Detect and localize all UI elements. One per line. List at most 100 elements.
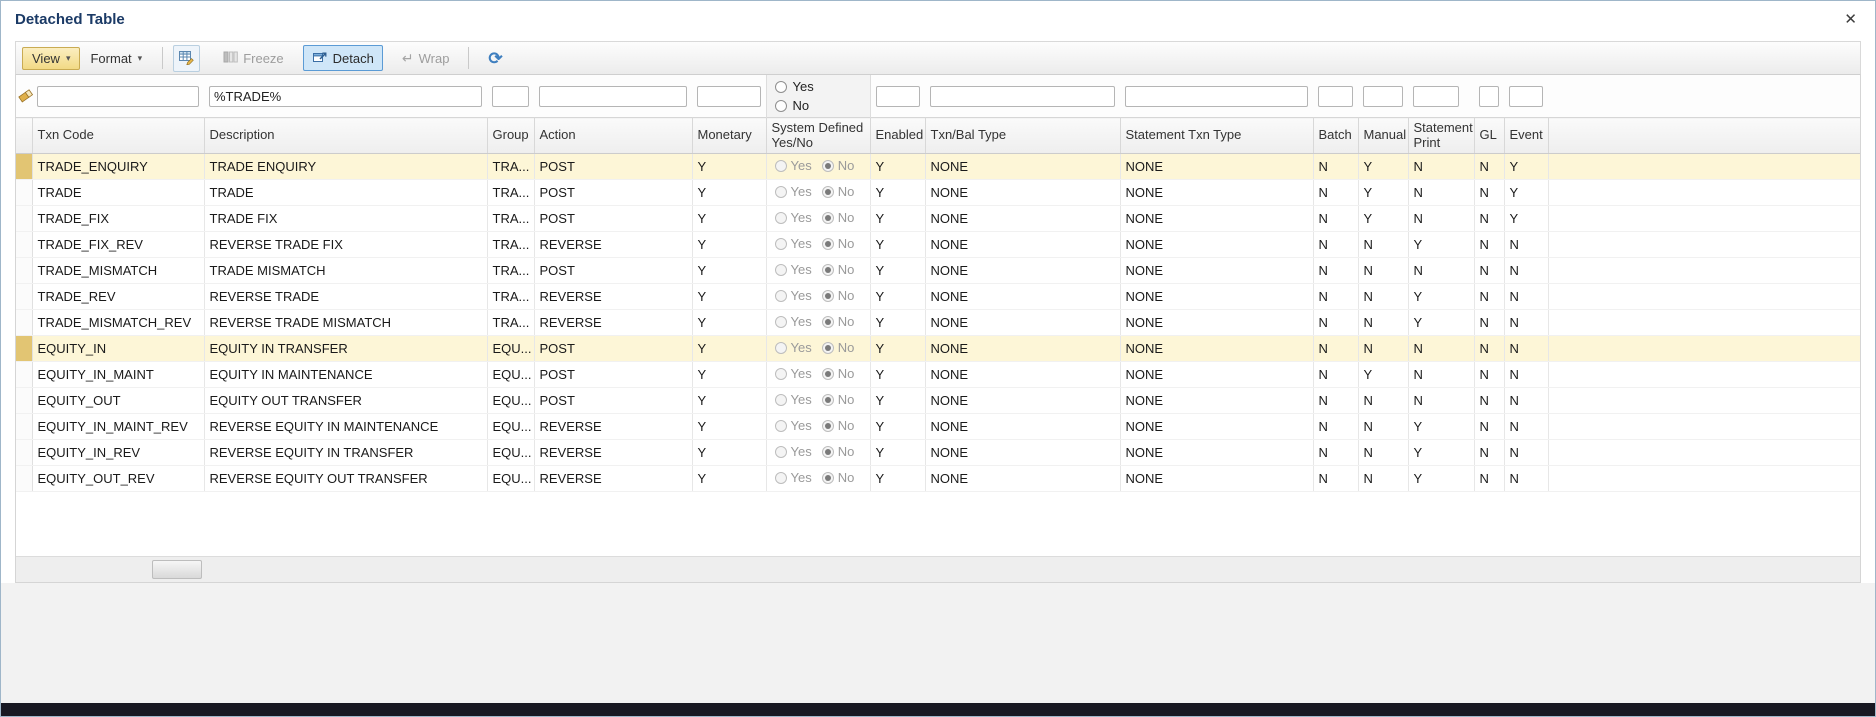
- column-header-group[interactable]: Group: [487, 117, 535, 154]
- wrap-button[interactable]: ↵ Wrap: [393, 47, 459, 70]
- cell-statement-print: N: [1408, 179, 1475, 206]
- table-row[interactable]: TRADE TRADE TRA... POST Y Yes No Y NONE …: [16, 179, 1860, 206]
- radio-no-icon: [821, 341, 834, 354]
- row-selector-cell[interactable]: [16, 257, 33, 284]
- cell-batch: N: [1313, 387, 1359, 414]
- filter-batch-input[interactable]: [1318, 85, 1353, 107]
- filter-description-input[interactable]: [209, 85, 482, 107]
- clear-filter-icon[interactable]: [17, 86, 35, 106]
- column-header-description[interactable]: Description: [204, 117, 488, 154]
- radio-yes-label: Yes: [790, 236, 812, 252]
- row-selector-cell[interactable]: [16, 413, 33, 440]
- cell-action: POST: [534, 335, 693, 362]
- column-header-batch[interactable]: Batch: [1313, 117, 1359, 154]
- cell-filler: [1548, 413, 1860, 440]
- table-row[interactable]: TRADE_ENQUIRY TRADE ENQUIRY TRA... POST …: [16, 153, 1860, 180]
- cell-txn-code: TRADE_REV: [32, 283, 205, 310]
- column-header-monetary[interactable]: Monetary: [692, 117, 767, 154]
- row-selector-cell[interactable]: [16, 439, 33, 466]
- cell-statement-print: N: [1408, 205, 1475, 232]
- row-selector-cell[interactable]: [16, 283, 33, 310]
- close-icon[interactable]: ✕: [1840, 8, 1861, 30]
- row-selector-cell[interactable]: [16, 153, 33, 180]
- row-header-column: [16, 117, 33, 154]
- filter-monetary-input[interactable]: [697, 85, 761, 107]
- cell-enabled: Y: [870, 205, 926, 232]
- filter-enabled-input[interactable]: [875, 85, 920, 107]
- query-by-example-button[interactable]: [173, 44, 201, 72]
- row-selector-cell[interactable]: [16, 309, 33, 336]
- cell-group: TRA...: [487, 231, 535, 258]
- cell-description: EQUITY IN TRANSFER: [204, 335, 488, 362]
- table-row[interactable]: EQUITY_OUT EQUITY OUT TRANSFER EQU... PO…: [16, 387, 1860, 414]
- column-header-event[interactable]: Event: [1504, 117, 1549, 154]
- filter-system-defined-yes-radio[interactable]: Yes: [774, 77, 862, 96]
- row-selector-cell[interactable]: [16, 361, 33, 388]
- detach-button[interactable]: Detach: [302, 45, 383, 71]
- cell-manual: Y: [1358, 361, 1409, 388]
- filter-action-input[interactable]: [539, 85, 687, 107]
- table-row[interactable]: TRADE_REV REVERSE TRADE TRA... REVERSE Y…: [16, 283, 1860, 310]
- column-header-action[interactable]: Action: [534, 117, 693, 154]
- radio-no-label: No: [837, 418, 855, 434]
- cell-action: REVERSE: [534, 283, 693, 310]
- table-row[interactable]: EQUITY_OUT_REV REVERSE EQUITY OUT TRANSF…: [16, 465, 1860, 492]
- filter-txn-code-input[interactable]: [37, 85, 199, 107]
- table-row[interactable]: EQUITY_IN_REV REVERSE EQUITY IN TRANSFER…: [16, 439, 1860, 466]
- row-selector-cell[interactable]: [16, 231, 33, 258]
- table-row[interactable]: EQUITY_IN EQUITY IN TRANSFER EQU... POST…: [16, 335, 1860, 362]
- table-row[interactable]: EQUITY_IN_MAINT_REV REVERSE EQUITY IN MA…: [16, 413, 1860, 440]
- table-row[interactable]: TRADE_FIX TRADE FIX TRA... POST Y Yes No…: [16, 205, 1860, 232]
- cell-batch: N: [1313, 283, 1359, 310]
- detach-icon: [312, 49, 328, 67]
- filter-system-defined-no-radio[interactable]: No: [774, 96, 862, 115]
- cell-filler: [1548, 179, 1860, 206]
- filter-manual-input[interactable]: [1363, 85, 1403, 107]
- filter-gl-input[interactable]: [1479, 85, 1499, 107]
- cell-gl: N: [1474, 309, 1505, 336]
- radio-no-icon: [821, 367, 834, 380]
- column-header-statement-print[interactable]: Statement Print: [1408, 117, 1475, 154]
- view-menu-button[interactable]: View ▾: [22, 46, 81, 70]
- row-selector-cell[interactable]: [16, 205, 33, 232]
- cell-manual: Y: [1358, 179, 1409, 206]
- column-header-system-defined[interactable]: System Defined Yes/No: [766, 117, 871, 154]
- filter-statement-txn-type-input[interactable]: [1125, 85, 1308, 107]
- row-selector-cell[interactable]: [16, 335, 33, 362]
- filter-group-input[interactable]: [492, 85, 529, 107]
- filter-txn-bal-type-input[interactable]: [930, 85, 1115, 107]
- cell-enabled: Y: [870, 179, 926, 206]
- table-row[interactable]: TRADE_FIX_REV REVERSE TRADE FIX TRA... R…: [16, 231, 1860, 258]
- column-header-gl[interactable]: GL: [1474, 117, 1505, 154]
- row-selector-cell[interactable]: [16, 387, 33, 414]
- cell-system-defined: Yes No: [766, 205, 871, 232]
- chevron-down-icon: ▾: [137, 52, 143, 63]
- filter-row: Yes No: [16, 75, 1860, 118]
- filter-event-input[interactable]: [1509, 85, 1543, 107]
- table-row[interactable]: TRADE_MISMATCH TRADE MISMATCH TRA... POS…: [16, 257, 1860, 284]
- radio-yes-label: Yes: [790, 262, 812, 278]
- cell-statement-print: Y: [1408, 413, 1475, 440]
- cell-gl: N: [1474, 179, 1505, 206]
- scrollbar-thumb[interactable]: [152, 560, 202, 579]
- table-row[interactable]: EQUITY_IN_MAINT EQUITY IN MAINTENANCE EQ…: [16, 361, 1860, 388]
- column-header-enabled[interactable]: Enabled: [870, 117, 926, 154]
- row-selector-cell[interactable]: [16, 465, 33, 492]
- format-menu-button[interactable]: Format ▾: [80, 47, 152, 70]
- filter-statement-print-input[interactable]: [1413, 85, 1459, 107]
- cell-gl: N: [1474, 361, 1505, 388]
- cell-action: POST: [534, 361, 693, 388]
- horizontal-scrollbar[interactable]: [16, 556, 1860, 582]
- freeze-button[interactable]: Freeze: [214, 46, 292, 71]
- radio-yes-label: Yes: [790, 444, 812, 460]
- cell-txn-code: EQUITY_IN_MAINT: [32, 361, 205, 388]
- column-header-txn-bal-type[interactable]: Txn/Bal Type: [925, 117, 1121, 154]
- row-selector-cell[interactable]: [16, 179, 33, 206]
- column-header-txn-code[interactable]: Txn Code: [32, 117, 205, 154]
- refresh-button[interactable]: ⟳: [479, 46, 511, 71]
- detached-table: Yes No: [15, 75, 1861, 583]
- table-row[interactable]: TRADE_MISMATCH_REV REVERSE TRADE MISMATC…: [16, 309, 1860, 336]
- radio-yes-icon: [774, 393, 787, 406]
- column-header-manual[interactable]: Manual: [1358, 117, 1409, 154]
- column-header-statement-txn-type[interactable]: Statement Txn Type: [1120, 117, 1314, 154]
